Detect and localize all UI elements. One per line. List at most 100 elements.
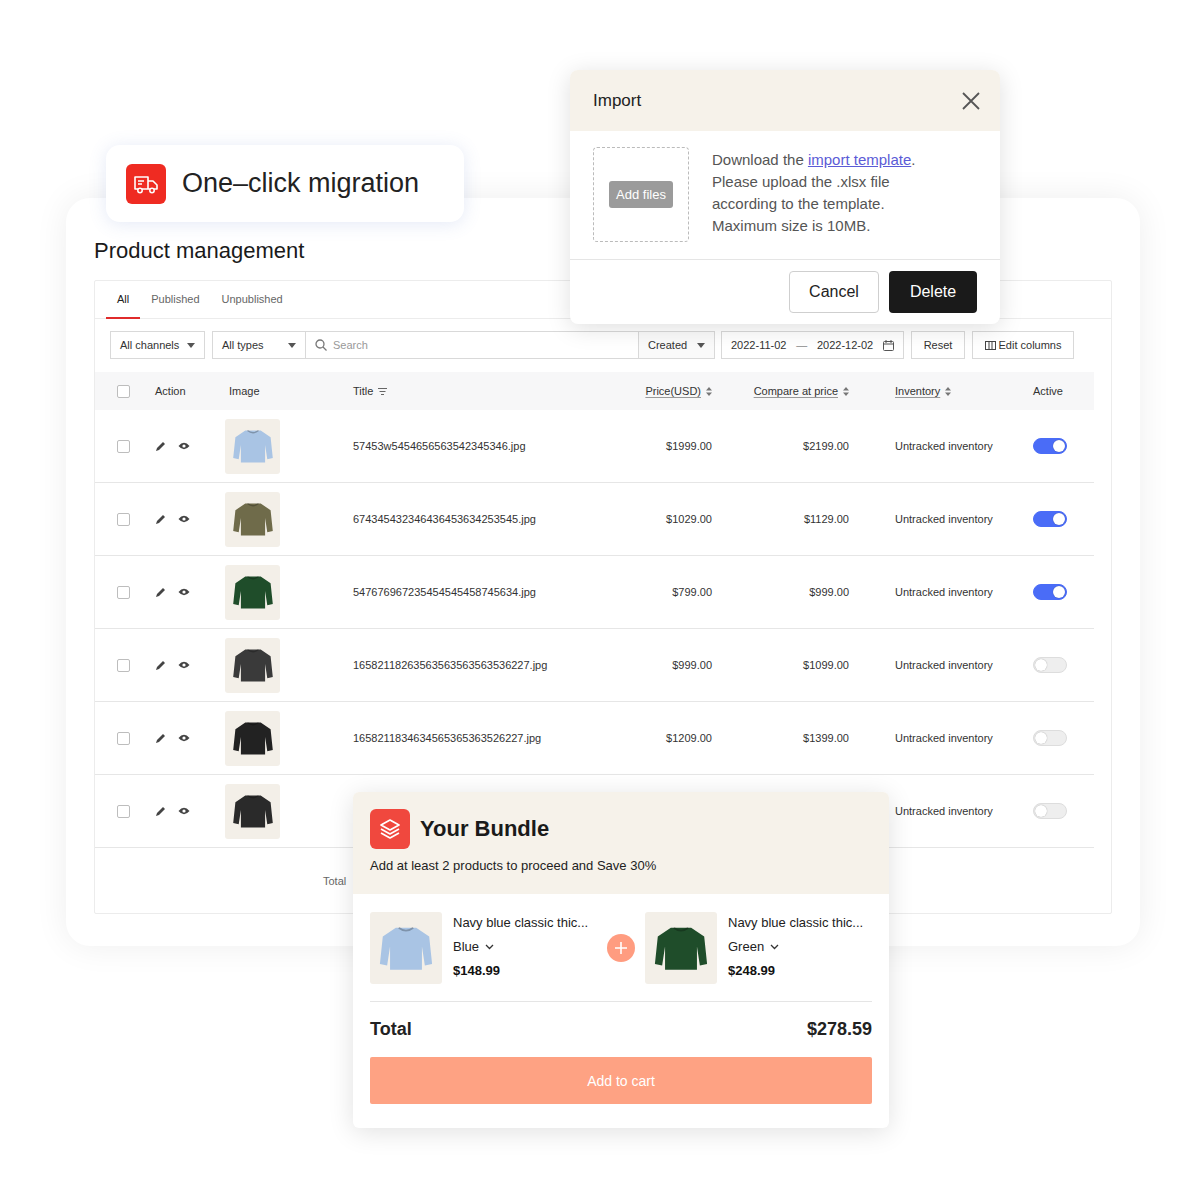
reset-button[interactable]: Reset xyxy=(911,331,965,359)
cell: 57453w5454656563542345346.jpg xyxy=(353,440,623,452)
eye-icon[interactable] xyxy=(178,734,190,742)
cell xyxy=(151,587,225,598)
search-field[interactable] xyxy=(306,331,638,359)
sweater-photo xyxy=(652,919,710,977)
bundle-total-row: Total$278.59 xyxy=(370,1002,872,1057)
variant-select[interactable]: Green xyxy=(728,939,863,954)
channel-value: All channels xyxy=(120,339,179,351)
eye-icon[interactable] xyxy=(178,807,190,815)
cell xyxy=(1021,584,1094,600)
eye-icon[interactable] xyxy=(178,442,190,450)
cell xyxy=(95,805,151,818)
sort-select[interactable]: Created xyxy=(638,331,715,359)
pencil-icon[interactable] xyxy=(155,514,166,525)
sort-icon[interactable] xyxy=(706,387,712,396)
pencil-icon[interactable] xyxy=(155,733,166,744)
cell: 1658211834634565365363526227.jpg xyxy=(353,732,623,744)
dialog-text: Download the import template.Please uplo… xyxy=(712,147,915,242)
tab[interactable]: Published xyxy=(140,281,210,319)
instruction-line: Download the import template. xyxy=(712,149,915,171)
migration-badge: One–click migration xyxy=(106,145,464,222)
delete-button[interactable]: Delete xyxy=(889,271,977,313)
active-toggle[interactable] xyxy=(1033,584,1067,600)
row-checkbox[interactable] xyxy=(117,440,130,453)
sweater-photo xyxy=(231,497,275,541)
variant-select[interactable]: Blue xyxy=(453,939,588,954)
cell: $1029.00 xyxy=(623,513,721,525)
instruction-line: according to the template. xyxy=(712,193,915,215)
row-checkbox[interactable] xyxy=(117,805,130,818)
cell xyxy=(1021,803,1094,819)
total-value: $278.59 xyxy=(807,1019,872,1040)
cell xyxy=(151,514,225,525)
product-image xyxy=(225,638,280,693)
active-toggle[interactable] xyxy=(1033,511,1067,527)
add-files-button[interactable]: Add files xyxy=(609,181,673,208)
row-checkbox[interactable] xyxy=(117,513,130,526)
column-label: Action xyxy=(155,385,186,397)
filter-icon[interactable] xyxy=(378,388,387,395)
sort-value: Created xyxy=(648,339,687,351)
sort-icon[interactable] xyxy=(843,387,849,396)
cell: 674345432346436453634253545.jpg xyxy=(353,513,623,525)
tab[interactable]: Unpublished xyxy=(211,281,294,319)
template-link[interactable]: import template xyxy=(808,151,911,168)
pencil-icon[interactable] xyxy=(155,441,166,452)
plus-icon xyxy=(607,934,635,962)
instruction-line: Please upload the .xlsx file xyxy=(712,171,915,193)
column-label: Compare at price xyxy=(754,385,838,397)
sweater-photo xyxy=(231,643,275,687)
file-drop-zone[interactable]: Add files xyxy=(593,147,689,242)
row-checkbox[interactable] xyxy=(117,659,130,672)
search-input[interactable] xyxy=(333,339,629,351)
product-image xyxy=(225,784,280,839)
header-cell xyxy=(95,385,151,398)
product-price: $1209.00 xyxy=(666,732,712,744)
row-checkbox[interactable] xyxy=(117,586,130,599)
pencil-icon[interactable] xyxy=(155,660,166,671)
active-toggle[interactable] xyxy=(1033,730,1067,746)
cell xyxy=(151,660,225,671)
active-toggle[interactable] xyxy=(1033,803,1067,819)
pencil-icon[interactable] xyxy=(155,587,166,598)
close-icon[interactable] xyxy=(962,92,980,110)
date-to: 2022-12-02 xyxy=(817,339,873,351)
header-cell: Title xyxy=(353,385,623,397)
cell xyxy=(1021,511,1094,527)
table-row: 547676967235454545458745634.jpg$799.00$9… xyxy=(95,556,1094,629)
active-toggle[interactable] xyxy=(1033,438,1067,454)
sweater-photo xyxy=(231,424,275,468)
calendar-icon xyxy=(883,340,894,351)
toggle-knob xyxy=(1053,586,1065,598)
badge-label: One–click migration xyxy=(182,168,419,199)
product-price: $999.00 xyxy=(672,659,712,671)
edit-columns-button[interactable]: Edit columns xyxy=(972,331,1074,359)
cell xyxy=(225,419,353,474)
toggle-knob xyxy=(1053,513,1065,525)
type-select[interactable]: All types xyxy=(212,331,306,359)
active-toggle[interactable] xyxy=(1033,657,1067,673)
reset-label: Reset xyxy=(924,339,953,351)
eye-icon[interactable] xyxy=(178,588,190,596)
date-range[interactable]: 2022-11-02—2022-12-02 xyxy=(721,331,904,359)
eye-icon[interactable] xyxy=(178,661,190,669)
select-all-checkbox[interactable] xyxy=(117,385,130,398)
channel-select[interactable]: All channels xyxy=(110,331,205,359)
sort-icon[interactable] xyxy=(945,387,951,396)
cell xyxy=(95,513,151,526)
cancel-button[interactable]: Cancel xyxy=(789,271,879,313)
cell: $999.00 xyxy=(721,586,871,598)
bundle-header: Your BundleAdd at least 2 products to pr… xyxy=(353,792,889,894)
column-label: Inventory xyxy=(895,385,940,397)
eye-icon[interactable] xyxy=(178,515,190,523)
cell xyxy=(95,659,151,672)
pencil-icon[interactable] xyxy=(155,806,166,817)
bundle-item-image xyxy=(370,912,442,984)
instruction-line: Maximum size is 10MB. xyxy=(712,215,915,237)
add-to-cart-button[interactable]: Add to cart xyxy=(370,1057,872,1104)
layers-icon xyxy=(370,809,410,849)
tab[interactable]: All xyxy=(106,281,140,319)
row-checkbox[interactable] xyxy=(117,732,130,745)
cell: Untracked inventory xyxy=(871,659,1021,671)
bundle-title-row: Your Bundle xyxy=(370,809,872,849)
